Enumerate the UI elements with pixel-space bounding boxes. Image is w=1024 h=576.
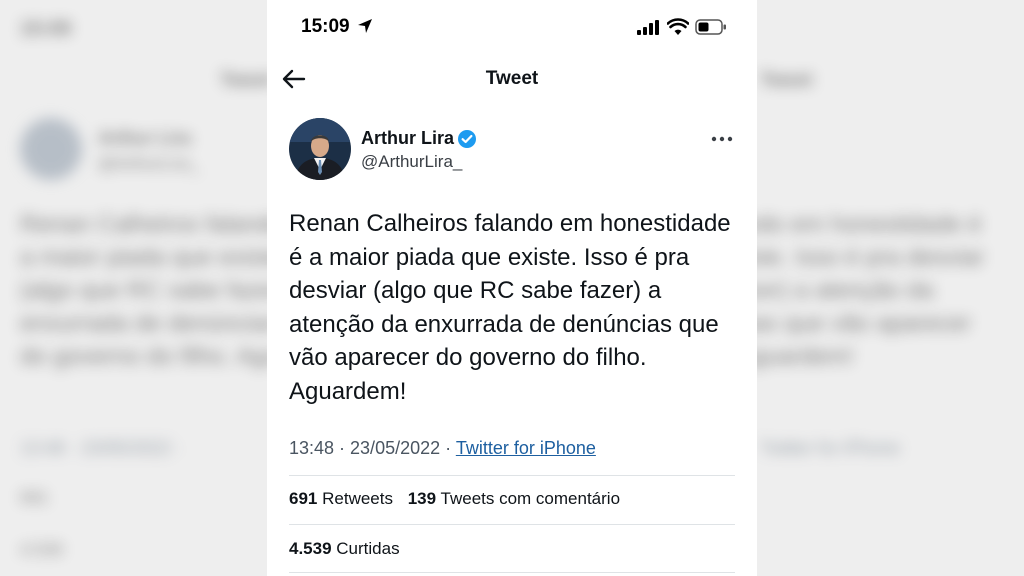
retweets-count: 691 [289, 489, 318, 508]
blurred-time: 15:09 [20, 18, 72, 40]
stats-row: 691 Retweets 139 Tweets com comentário [289, 489, 630, 509]
page-title: Tweet [485, 68, 539, 89]
more-horizontal-icon[interactable] [707, 132, 737, 146]
author-name[interactable]: Arthur Lira [361, 128, 454, 149]
likes-label: Curtidas [336, 539, 400, 558]
nav-bar: Tweet [267, 56, 757, 106]
avatar-image [289, 118, 351, 180]
tweet-text: Renan Calheiros falando em honestidade é… [289, 210, 731, 405]
verified-badge-icon [458, 130, 476, 148]
divider [289, 572, 735, 573]
tweet-screen: 15:09 Tweet Arthur Lira @ArthurLira_ Ren… [267, 0, 757, 576]
quote-tweets-count: 139 [407, 489, 437, 508]
divider [289, 524, 735, 525]
likes-count: 4.539 [289, 539, 332, 558]
cellular-signal-icon [637, 20, 659, 35]
blurred-author-handle: @ArthurLira_ [98, 154, 200, 173]
quote-tweets-stat[interactable]: 139 Tweets com comentário [408, 489, 620, 508]
tweet-meta: 13:48 · 23/05/2022 · Twitter for iPhone [289, 438, 596, 459]
tweet-timestamp: 13:48 · 23/05/2022 · [289, 438, 456, 458]
likes-stat[interactable]: 4.539 Curtidas [289, 539, 400, 559]
battery-icon [695, 19, 726, 35]
blurred-tweet-meta: 13:48 · 23/05/2022 · [20, 438, 183, 458]
blurred-author-name: Arthur Lira [98, 128, 192, 148]
quote-tweets-label: Tweets com comentário [440, 489, 621, 508]
retweets-label: Retweets [322, 489, 393, 508]
author-handle[interactable]: @ArthurLira_ [361, 152, 462, 172]
divider [289, 475, 735, 476]
blurred-title-right: Tweet [760, 70, 813, 91]
blurred-avatar [20, 118, 82, 180]
tweet-source-link[interactable]: Twitter for iPhone [456, 438, 596, 458]
location-arrow-icon [358, 19, 372, 33]
blurred-stats: 691 [20, 488, 49, 507]
blurred-source-right: Twitter for iPhone [760, 438, 901, 458]
blurred-title: Tweet [220, 70, 273, 91]
avatar[interactable] [289, 118, 351, 180]
retweets-stat[interactable]: 691 Retweets [289, 489, 393, 508]
status-time: 15:09 [301, 16, 350, 37]
status-bar: 15:09 [267, 0, 757, 56]
blurred-likes: 4.539 [20, 540, 63, 559]
wifi-icon [667, 18, 689, 35]
